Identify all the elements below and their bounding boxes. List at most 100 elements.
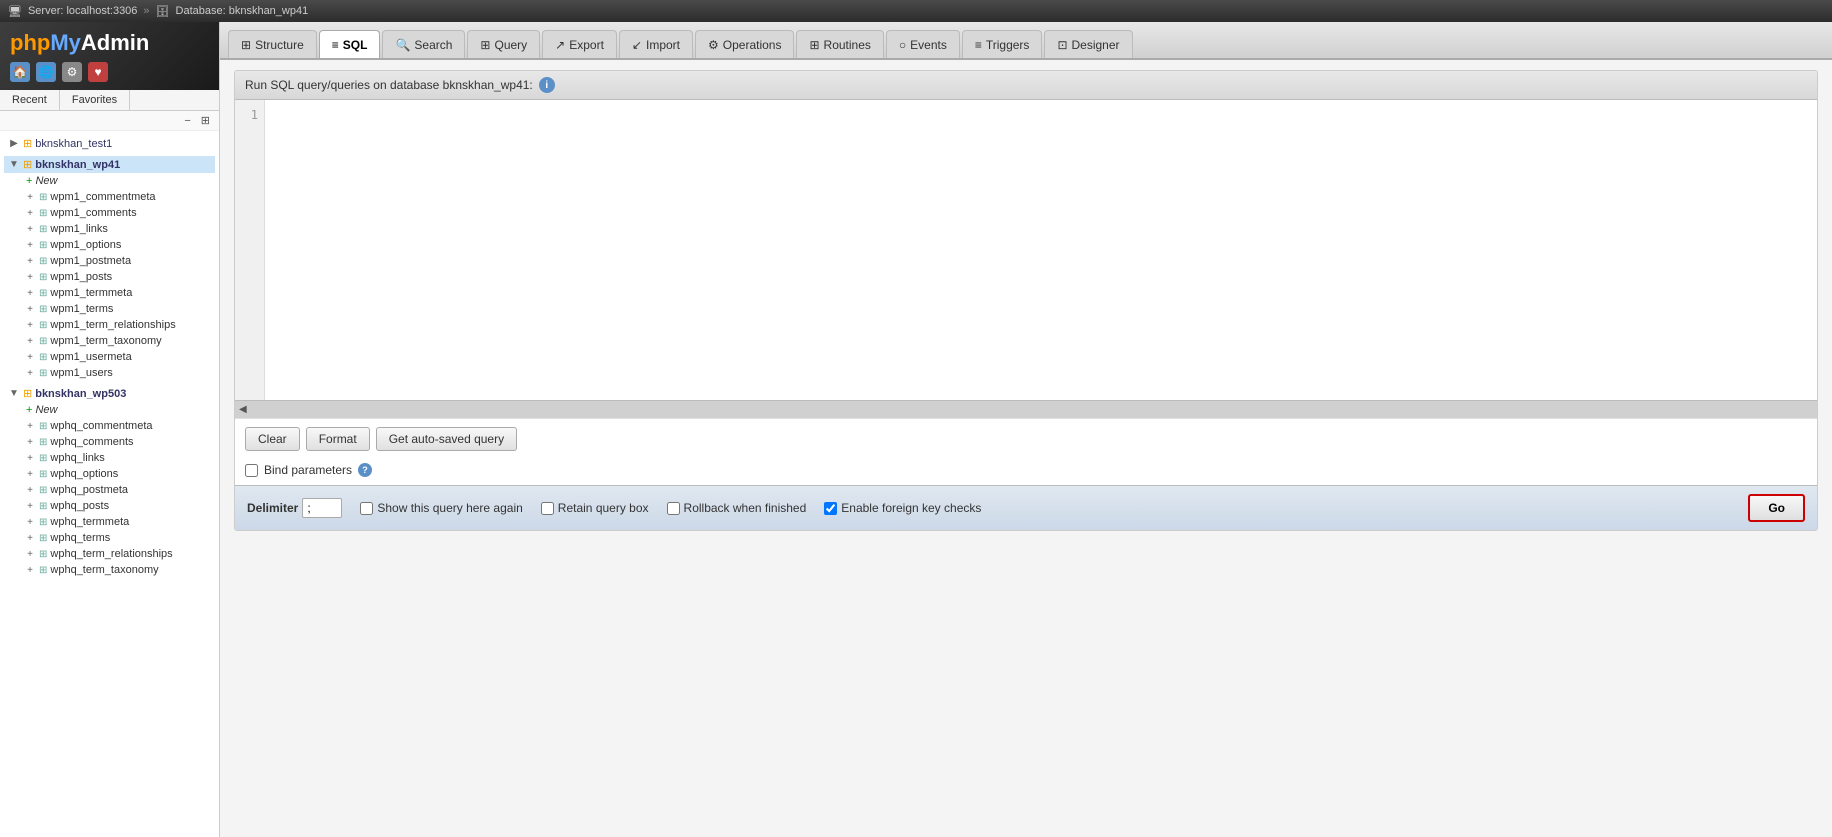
routines-icon: ⊞ <box>809 38 819 52</box>
tab-structure-label: Structure <box>255 38 304 52</box>
table-wphq-termmeta[interactable]: + ⊞ wphq_termmeta <box>4 514 215 530</box>
expand-all-btn[interactable]: ⊞ <box>198 113 213 128</box>
search-icon: 🔍 <box>395 38 410 52</box>
clear-button[interactable]: Clear <box>245 427 300 451</box>
line-numbers: 1 <box>235 100 265 400</box>
editor-area: 1 <box>235 100 1817 400</box>
db-row-bknskhan-wp503[interactable]: ▼ ⊞ bknskhan_wp503 <box>4 385 215 402</box>
db-icon-test1: ⊞ <box>23 137 32 150</box>
table-wphq-posts[interactable]: + ⊞ wphq_posts <box>4 498 215 514</box>
table-wphq-comments[interactable]: + ⊞ wphq_comments <box>4 434 215 450</box>
db-row-bknskhan-test1[interactable]: ▶ ⊞ bknskhan_test1 <box>4 135 215 152</box>
show-query-checkbox[interactable] <box>360 502 373 515</box>
operations-icon: ⚙ <box>708 38 719 52</box>
collapse-handle[interactable]: ◀ <box>235 400 1817 418</box>
sql-header-text: Run SQL query/queries on database bknskh… <box>245 78 533 92</box>
tab-import[interactable]: ↙ Import <box>619 30 693 58</box>
db-label: Database: bknskhan_wp41 <box>176 5 309 17</box>
table-wphq-terms[interactable]: + ⊞ wphq_terms <box>4 530 215 546</box>
table-wpm1-terms[interactable]: + ⊞ wpm1_terms <box>4 301 215 317</box>
table-wpm1-term-taxonomy[interactable]: + ⊞ wpm1_term_taxonomy <box>4 333 215 349</box>
table-wpm1-users[interactable]: + ⊞ wpm1_users <box>4 365 215 381</box>
table-wphq-links[interactable]: + ⊞ wphq_links <box>4 450 215 466</box>
breadcrumb-separator: » <box>143 5 149 17</box>
logo-icons: 🏠 🌐 ⚙ ♥ <box>10 62 209 82</box>
table-wpm1-postmeta[interactable]: + ⊞ wpm1_postmeta <box>4 253 215 269</box>
tab-routines[interactable]: ⊞ Routines <box>796 30 883 58</box>
table-wpm1-links[interactable]: + ⊞ wpm1_links <box>4 221 215 237</box>
server-icon: 🖥 <box>8 5 22 18</box>
tab-events[interactable]: ○ Events <box>886 30 960 58</box>
foreign-key-label: Enable foreign key checks <box>841 501 981 515</box>
delimiter-label: Delimiter <box>247 501 298 515</box>
sql-panel: Run SQL query/queries on database bknskh… <box>234 70 1818 531</box>
events-icon: ○ <box>899 38 906 52</box>
tab-export[interactable]: ↗ Export <box>542 30 617 58</box>
tab-export-label: Export <box>569 38 604 52</box>
tree-new-wp41[interactable]: + New <box>4 173 215 189</box>
tab-triggers[interactable]: ≡ Triggers <box>962 30 1043 58</box>
tab-structure[interactable]: ⊞ Structure <box>228 30 317 58</box>
db-icon: 🗄 <box>156 5 170 18</box>
tab-triggers-label: Triggers <box>986 38 1030 52</box>
table-wpm1-posts[interactable]: + ⊞ wpm1_posts <box>4 269 215 285</box>
tab-sql[interactable]: ≡ SQL <box>319 30 381 58</box>
tree-new-wp503[interactable]: + New <box>4 402 215 418</box>
main-content: ⊞ Structure ≡ SQL 🔍 Search ⊞ Query ↗ Exp… <box>220 22 1832 837</box>
go-button[interactable]: Go <box>1748 494 1805 522</box>
format-button[interactable]: Format <box>306 427 370 451</box>
tab-query[interactable]: ⊞ Query <box>467 30 540 58</box>
tab-sql-label: SQL <box>343 38 368 52</box>
retain-box-checkbox[interactable] <box>541 502 554 515</box>
heart-icon[interactable]: ♥ <box>88 62 108 82</box>
globe-icon[interactable]: 🌐 <box>36 62 56 82</box>
recent-tab[interactable]: Recent <box>0 90 60 110</box>
collapse-all-btn[interactable]: − <box>181 113 193 128</box>
db-bknskhan-test1: ▶ ⊞ bknskhan_test1 <box>0 133 219 154</box>
triggers-icon: ≡ <box>975 38 982 52</box>
settings-icon[interactable]: ⚙ <box>62 62 82 82</box>
expand-icon: + <box>24 192 36 203</box>
show-query-label: Show this query here again <box>377 501 522 515</box>
table-wpm1-commentmeta[interactable]: + ⊞ wpm1_commentmeta <box>4 189 215 205</box>
options-row: Delimiter Show this query here again Ret… <box>235 485 1817 530</box>
tab-search[interactable]: 🔍 Search <box>382 30 465 58</box>
tab-operations[interactable]: ⚙ Operations <box>695 30 794 58</box>
delimiter-input[interactable] <box>302 498 342 518</box>
table-wphq-commentmeta[interactable]: + ⊞ wphq_commentmeta <box>4 418 215 434</box>
sql-header-info-icon[interactable]: i <box>539 77 555 93</box>
rollback-checkbox[interactable] <box>667 502 680 515</box>
sql-editor[interactable] <box>265 100 1817 400</box>
table-wphq-term-taxonomy[interactable]: + ⊞ wphq_term_taxonomy <box>4 562 215 578</box>
tab-designer-label: Designer <box>1072 38 1120 52</box>
table-wphq-postmeta[interactable]: + ⊞ wphq_postmeta <box>4 482 215 498</box>
foreign-key-checkbox[interactable] <box>824 502 837 515</box>
table-wpm1-usermeta[interactable]: + ⊞ wpm1_usermeta <box>4 349 215 365</box>
export-icon: ↗ <box>555 38 565 52</box>
table-wpm1-options[interactable]: + ⊞ wpm1_options <box>4 237 215 253</box>
tab-search-label: Search <box>414 38 452 52</box>
table-wpm1-termmeta[interactable]: + ⊞ wpm1_termmeta <box>4 285 215 301</box>
bind-params-checkbox[interactable] <box>245 464 258 477</box>
retain-box-group: Retain query box <box>541 501 649 515</box>
autosave-button[interactable]: Get auto-saved query <box>376 427 517 451</box>
import-icon: ↙ <box>632 38 642 52</box>
db-bknskhan-wp503: ▼ ⊞ bknskhan_wp503 + New + ⊞ wphq_commen… <box>0 383 219 580</box>
home-icon[interactable]: 🏠 <box>10 62 30 82</box>
table-wphq-term-relationships[interactable]: + ⊞ wphq_term_relationships <box>4 546 215 562</box>
table-wpm1-term-relationships[interactable]: + ⊞ wpm1_term_relationships <box>4 317 215 333</box>
table-wpm1-comments[interactable]: + ⊞ wpm1_comments <box>4 205 215 221</box>
table-wphq-options[interactable]: + ⊞ wphq_options <box>4 466 215 482</box>
sql-icon: ≡ <box>332 38 339 52</box>
bind-params-row: Bind parameters ? <box>235 459 1817 485</box>
new-icon-wp41: + <box>26 175 32 187</box>
db-row-bknskhan-wp41[interactable]: ▼ ⊞ bknskhan_wp41 <box>4 156 215 173</box>
line-number-1: 1 <box>241 108 258 122</box>
bind-params-help-icon[interactable]: ? <box>358 463 372 477</box>
tab-designer[interactable]: ⊡ Designer <box>1044 30 1132 58</box>
table-label: wpm1_commentmeta <box>50 191 155 203</box>
content-area: Run SQL query/queries on database bknskh… <box>220 60 1832 837</box>
tab-events-label: Events <box>910 38 947 52</box>
new-label-wp41: New <box>35 175 57 187</box>
favorites-tab[interactable]: Favorites <box>60 90 130 110</box>
